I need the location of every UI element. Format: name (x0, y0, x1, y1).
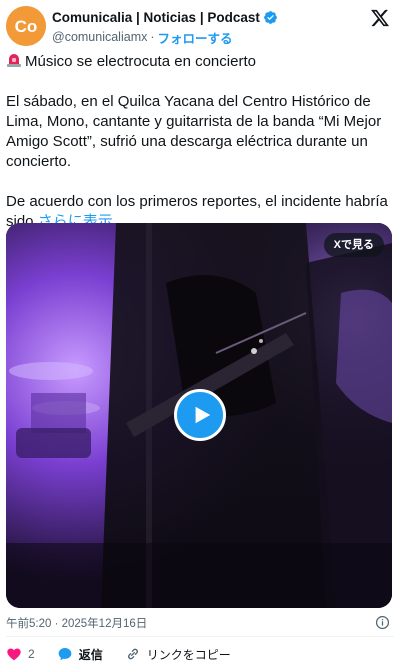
copy-link-label: リンクをコピー (146, 647, 231, 662)
author-info: Comunicalia | Noticias | Podcast @comuni… (52, 8, 352, 46)
reply-button[interactable]: 返信 (57, 646, 103, 663)
reply-icon (58, 648, 72, 661)
author-handle[interactable]: @comunicaliamx (52, 30, 147, 44)
svg-text:Co: Co (15, 17, 38, 36)
reply-label: 返信 (78, 647, 103, 662)
tweet-paragraph-1: El sábado, en el Quilca Yacana del Centr… (6, 93, 382, 170)
divider (6, 636, 394, 637)
tweet-text: Músico se electrocuta en concierto El sá… (6, 52, 392, 232)
separator-dot: · (150, 30, 155, 44)
verified-badge-icon (263, 10, 277, 24)
tweet-headline: Músico se electrocuta en concierto (25, 53, 256, 70)
avatar-logo-icon: Co (6, 6, 46, 46)
x-logo-icon[interactable] (370, 8, 390, 28)
tweet-header: Co Comunicalia | Noticias | Podcast @com… (6, 6, 394, 46)
video-player[interactable]: Xで見る (6, 223, 392, 608)
play-button[interactable] (174, 389, 226, 441)
tweet-actions-bar: 2 返信 リンクをコピー (6, 645, 253, 663)
heart-icon (7, 648, 21, 661)
play-icon (195, 406, 211, 424)
tweet-headline-line: Músico se electrocuta en concierto (6, 52, 392, 72)
like-count: 2 (28, 647, 35, 661)
tweet-timestamp[interactable]: 午前5:20 · 2025年12月16日 (6, 615, 147, 631)
watch-on-x-button[interactable]: Xで見る (323, 233, 384, 257)
siren-icon (7, 54, 21, 67)
copy-link-button[interactable]: リンクをコピー (125, 646, 231, 663)
avatar[interactable]: Co (6, 6, 46, 46)
link-icon (127, 648, 138, 660)
author-display-name[interactable]: Comunicalia | Noticias | Podcast (52, 10, 260, 25)
info-icon[interactable] (375, 615, 390, 630)
like-button[interactable]: 2 (6, 646, 35, 662)
tweet-embed-card: Co Comunicalia | Noticias | Podcast @com… (0, 0, 400, 666)
follow-button[interactable]: フォローする (158, 28, 233, 47)
